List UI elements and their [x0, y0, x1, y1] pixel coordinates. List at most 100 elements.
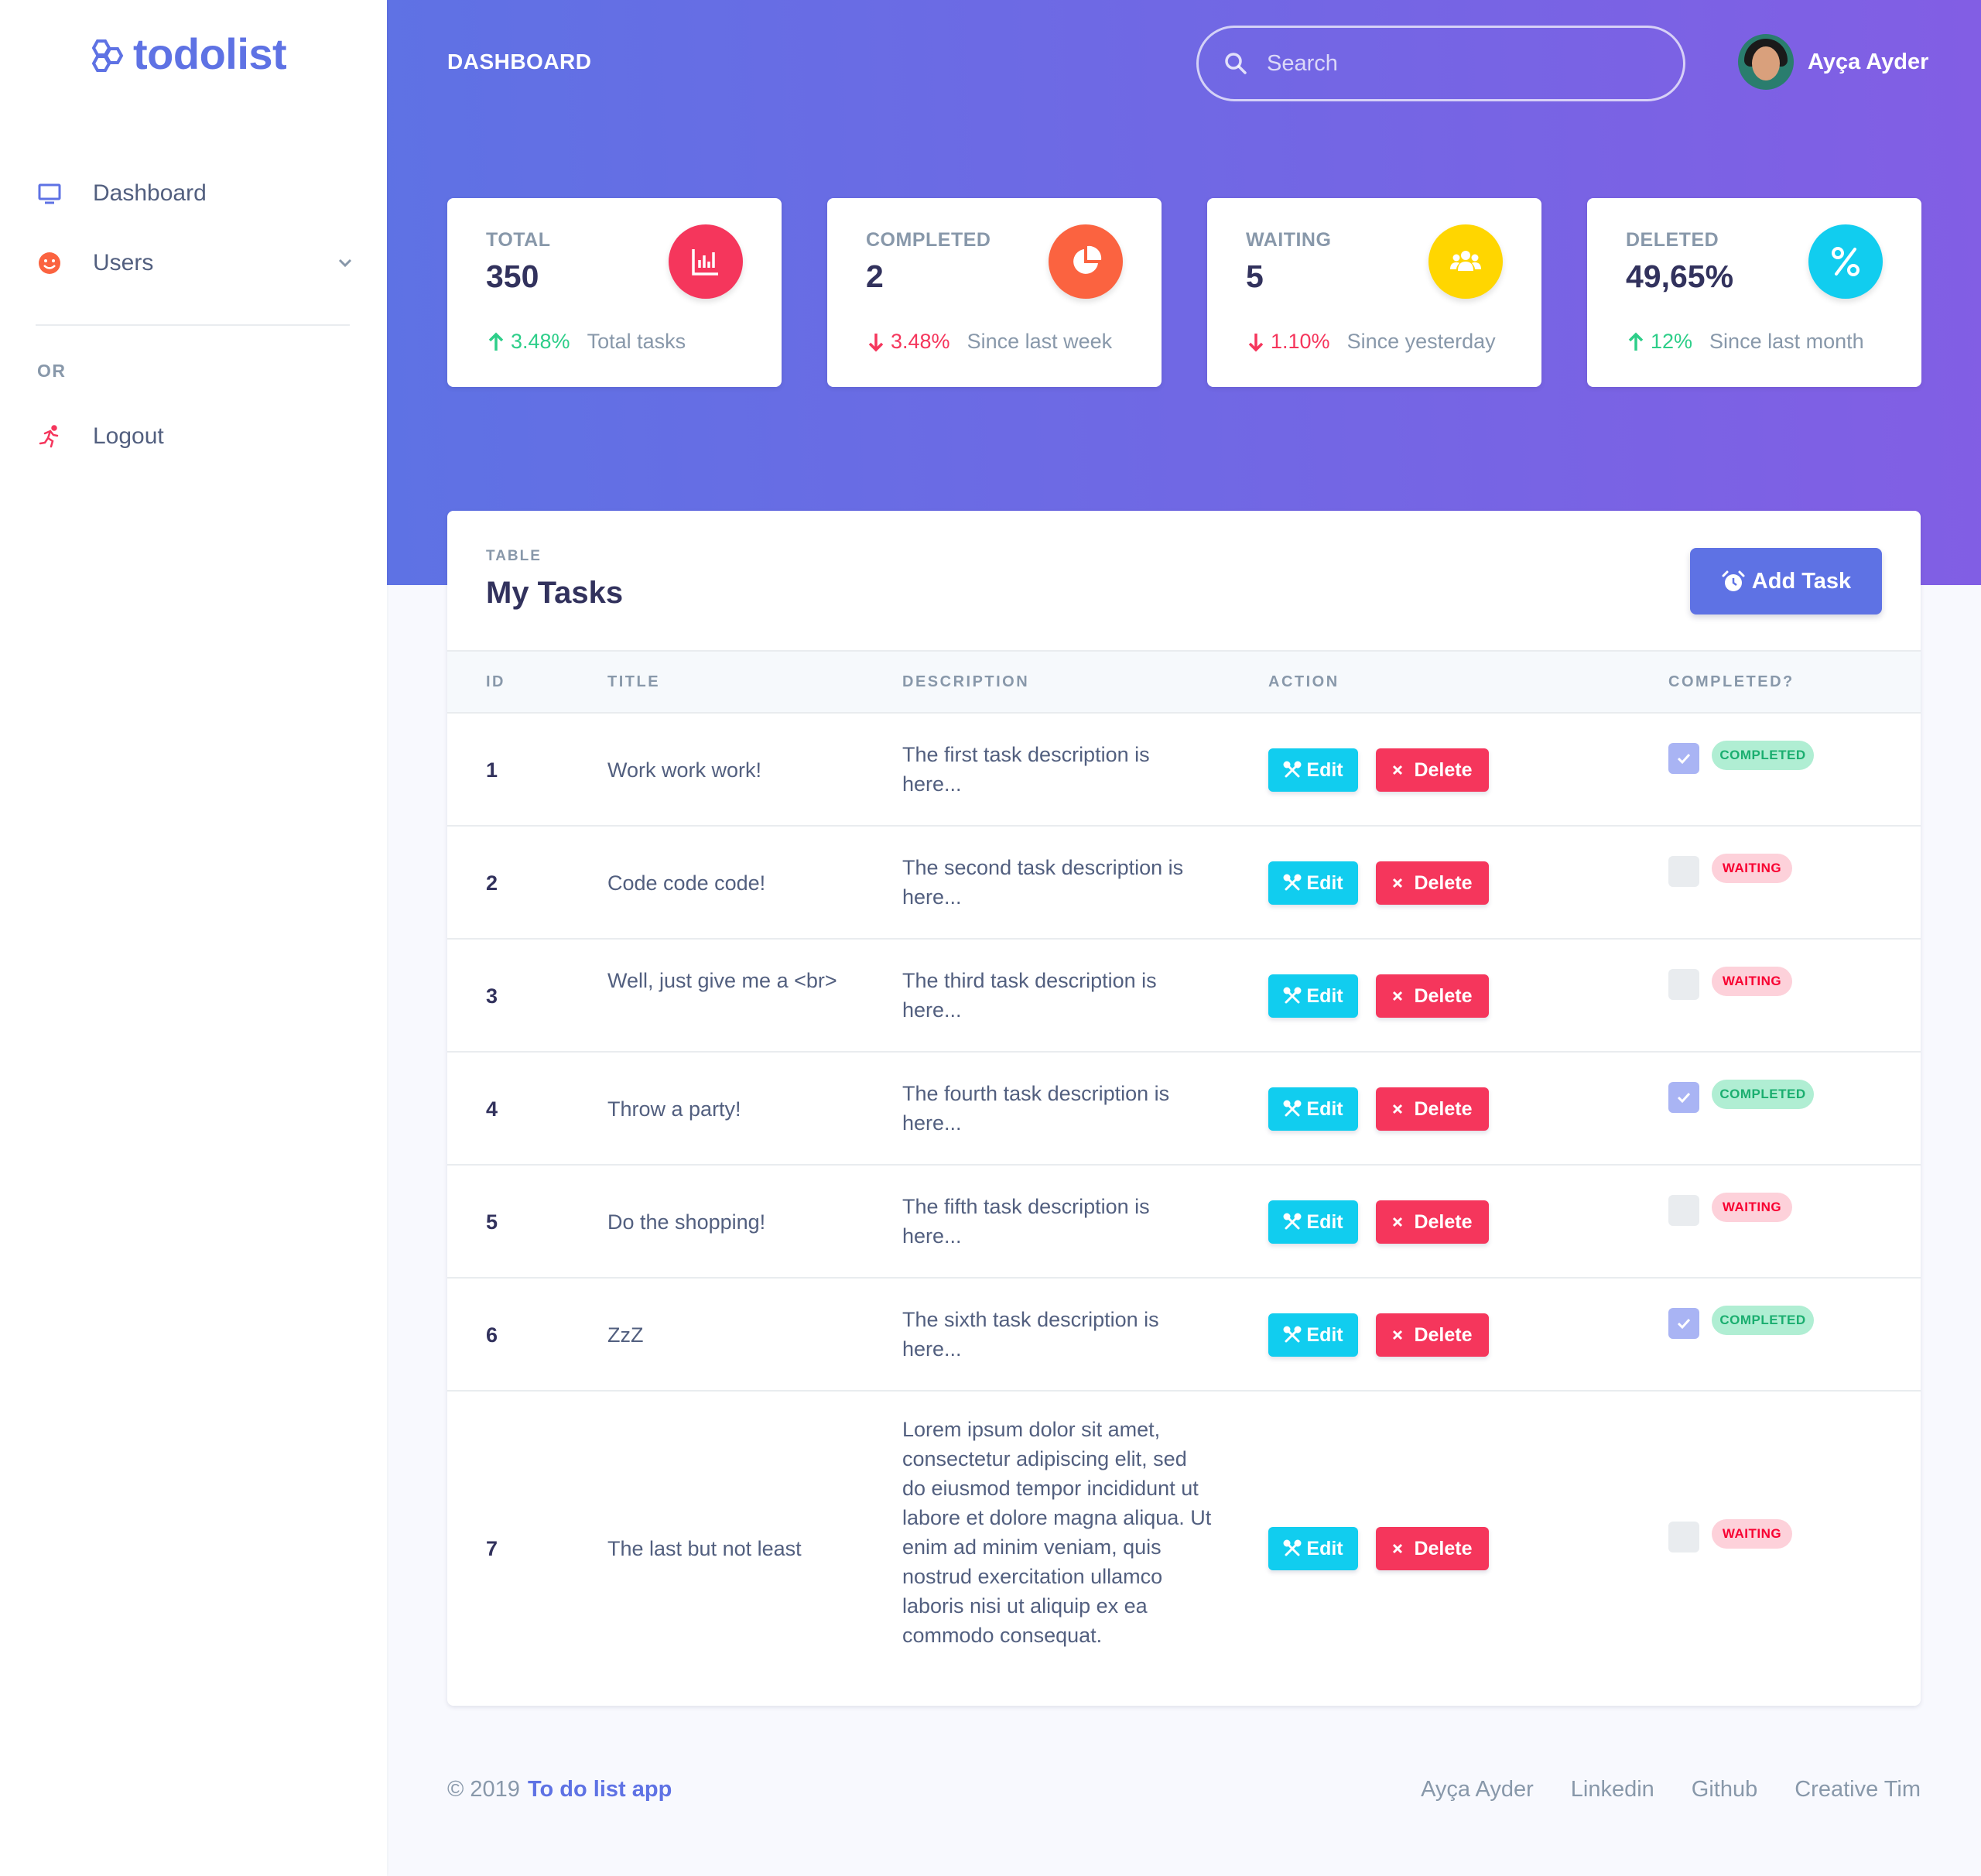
- tools-icon: [1283, 1213, 1302, 1230]
- task-description: The fifth task description is here...: [902, 1195, 1150, 1248]
- table-row: 3 Well, just give me a <br> The third ta…: [447, 940, 1921, 1053]
- edit-button[interactable]: Edit: [1268, 1200, 1358, 1244]
- stat-change: 12%: [1651, 330, 1693, 353]
- add-task-button[interactable]: Add Task: [1690, 548, 1882, 614]
- status-badge: WAITING: [1712, 1193, 1792, 1222]
- stat-footer: 3.48% Total tasks: [486, 330, 686, 354]
- chevron-down-icon[interactable]: [336, 254, 354, 272]
- delete-button[interactable]: Delete: [1376, 1087, 1489, 1131]
- sidebar-item-label: Logout: [93, 423, 164, 449]
- completed-checkbox[interactable]: [1668, 856, 1699, 887]
- arrow-up-icon: [1628, 332, 1644, 351]
- sidebar-divider: [36, 324, 350, 326]
- hexagon-logo-icon: [91, 39, 124, 72]
- edit-label: Edit: [1306, 758, 1343, 781]
- completed-checkbox[interactable]: [1668, 1308, 1699, 1339]
- user-name: Ayça Ayder: [1808, 49, 1929, 74]
- copyright: © 2019 To do list app: [447, 1777, 672, 1802]
- delete-label: Delete: [1414, 1210, 1473, 1233]
- bar-chart-icon: [669, 224, 743, 299]
- task-id: 5: [486, 1210, 498, 1234]
- user-menu[interactable]: Ayça Ayder: [1738, 34, 1928, 90]
- footer-links: Ayça Ayder Linkedin Github Creative Tim: [1384, 1777, 1921, 1802]
- task-description: The first task description is here...: [902, 743, 1150, 796]
- status-badge: COMPLETED: [1712, 741, 1814, 770]
- delete-label: Delete: [1414, 1097, 1473, 1120]
- sidebar-item-dashboard[interactable]: Dashboard: [36, 180, 207, 207]
- sidebar-item-label: Users: [93, 250, 154, 276]
- status-badge: WAITING: [1712, 854, 1792, 883]
- stat-note: Since last month: [1709, 330, 1864, 353]
- table-row: 5 Do the shopping! The fifth task descri…: [447, 1166, 1921, 1279]
- task-id: 6: [486, 1323, 498, 1347]
- delete-button[interactable]: Delete: [1376, 1313, 1489, 1357]
- tools-icon: [1283, 874, 1302, 891]
- sidebar-item-logout[interactable]: Logout: [36, 423, 164, 450]
- sidebar-heading: OR: [37, 361, 67, 381]
- delete-button[interactable]: Delete: [1376, 1527, 1489, 1570]
- edit-button[interactable]: Edit: [1268, 1313, 1358, 1357]
- task-description: The sixth task description is here...: [902, 1308, 1159, 1361]
- column-header-completed: COMPLETED?: [1668, 673, 1795, 690]
- footer-link-github[interactable]: Github: [1692, 1777, 1757, 1802]
- table-row: 4 Throw a party! The fourth task descrip…: [447, 1053, 1921, 1166]
- tools-icon: [1283, 1100, 1302, 1117]
- close-icon: [1393, 1217, 1403, 1227]
- edit-button[interactable]: Edit: [1268, 974, 1358, 1018]
- table-row: 7 The last but not least Lorem ipsum dol…: [447, 1392, 1921, 1706]
- stat-footer: 12% Since last month: [1626, 330, 1864, 354]
- column-header-title: TITLE: [607, 673, 661, 690]
- stat-label: WAITING: [1246, 229, 1332, 251]
- search-bar[interactable]: [1196, 26, 1685, 101]
- edit-button[interactable]: Edit: [1268, 1527, 1358, 1570]
- edit-label: Edit: [1306, 1210, 1343, 1233]
- footer-link-creative-tim[interactable]: Creative Tim: [1795, 1777, 1921, 1802]
- stat-card-completed: COMPLETED 2 3.48% Since last week: [827, 198, 1162, 387]
- completed-checkbox[interactable]: [1668, 1522, 1699, 1552]
- delete-label: Delete: [1414, 758, 1473, 781]
- edit-button[interactable]: Edit: [1268, 1087, 1358, 1131]
- search-icon: [1225, 53, 1247, 74]
- edit-button[interactable]: Edit: [1268, 861, 1358, 905]
- stat-label: COMPLETED: [866, 229, 991, 251]
- delete-button[interactable]: Delete: [1376, 861, 1489, 905]
- delete-button[interactable]: Delete: [1376, 1200, 1489, 1244]
- search-input[interactable]: [1267, 50, 1654, 77]
- status-badge: WAITING: [1712, 1519, 1792, 1549]
- task-title: The last but not least: [607, 1537, 802, 1560]
- delete-button[interactable]: Delete: [1376, 748, 1489, 792]
- task-title: Well, just give me a <br>: [607, 969, 837, 992]
- table-row: 1 Work work work! The first task descrip…: [447, 714, 1921, 827]
- sidebar-item-users[interactable]: Users: [36, 249, 354, 277]
- delete-button[interactable]: Delete: [1376, 974, 1489, 1018]
- edit-button[interactable]: Edit: [1268, 748, 1358, 792]
- brand-logo[interactable]: todolist: [87, 26, 287, 80]
- task-title: Work work work!: [607, 758, 762, 782]
- edit-label: Edit: [1306, 1323, 1343, 1346]
- stat-label: TOTAL: [486, 229, 551, 251]
- app-link[interactable]: To do list app: [528, 1777, 672, 1802]
- task-title: Throw a party!: [607, 1097, 741, 1121]
- brand-name: todolist: [133, 29, 287, 78]
- completed-checkbox[interactable]: [1668, 1082, 1699, 1113]
- completed-checkbox[interactable]: [1668, 743, 1699, 774]
- running-icon: [36, 423, 63, 450]
- completed-checkbox[interactable]: [1668, 969, 1699, 1000]
- pie-chart-icon: [1049, 224, 1123, 299]
- delete-label: Delete: [1414, 871, 1473, 894]
- footer-link-author[interactable]: Ayça Ayder: [1421, 1777, 1534, 1802]
- check-icon: [1677, 1092, 1691, 1104]
- edit-label: Edit: [1306, 1537, 1343, 1559]
- sidebar: todolist Dashboard Users OR Logout: [0, 0, 387, 1876]
- task-id: 1: [486, 758, 498, 782]
- tools-icon: [1283, 987, 1302, 1004]
- task-description: The second task description is here...: [902, 856, 1184, 909]
- column-header-action: ACTION: [1268, 673, 1339, 690]
- footer-link-linkedin[interactable]: Linkedin: [1571, 1777, 1654, 1802]
- stat-footer: 3.48% Since last week: [866, 330, 1112, 354]
- task-description: Lorem ipsum dolor sit amet, consectetur …: [902, 1418, 1212, 1647]
- table-row: 6 ZzZ The sixth task description is here…: [447, 1279, 1921, 1392]
- stat-change: 3.48%: [891, 330, 950, 353]
- table-subtitle: TABLE: [486, 548, 542, 564]
- completed-checkbox[interactable]: [1668, 1195, 1699, 1226]
